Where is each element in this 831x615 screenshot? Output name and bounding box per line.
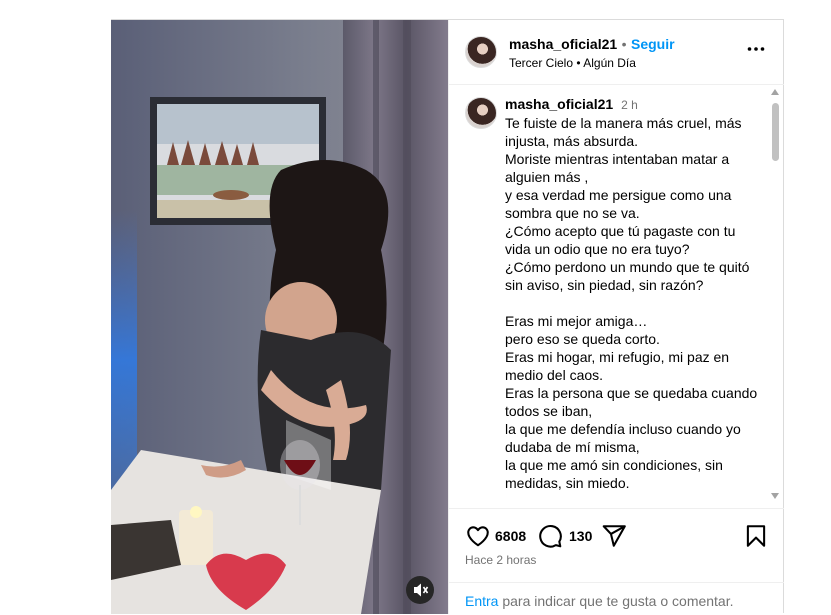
mute-toggle[interactable] xyxy=(406,576,434,604)
comment-button[interactable] xyxy=(537,523,563,549)
scroll-up-icon[interactable] xyxy=(771,89,779,95)
caption-username[interactable]: masha_oficial21 xyxy=(505,96,613,112)
share-icon xyxy=(602,525,626,547)
caption-avatar[interactable] xyxy=(465,97,497,129)
avatar[interactable] xyxy=(465,36,497,68)
login-prompt: Entra para indicar que te gusta o coment… xyxy=(449,582,784,615)
comments-count[interactable]: 130 xyxy=(569,528,592,544)
save-button[interactable] xyxy=(743,523,769,549)
scroll-thumb[interactable] xyxy=(772,103,779,161)
post-header: masha_oficial21 • Seguir Tercer Cielo • … xyxy=(449,20,784,85)
likes-count[interactable]: 6808 xyxy=(495,528,526,544)
like-button[interactable] xyxy=(465,523,491,549)
more-options-button[interactable] xyxy=(746,39,766,59)
video-frame xyxy=(111,20,448,614)
caption-text: Te fuiste de la manera más cruel, más in… xyxy=(505,115,758,491)
comment-icon xyxy=(539,525,562,548)
post-side-panel: masha_oficial21 • Seguir Tercer Cielo • … xyxy=(448,20,784,615)
post-dialog: masha_oficial21 • Seguir Tercer Cielo • … xyxy=(111,19,784,615)
caption: masha_oficial21 2 h Te fuiste de la mane… xyxy=(505,95,760,492)
bookmark-icon xyxy=(746,525,766,547)
heart-icon xyxy=(467,526,489,547)
posted-time: Hace 2 horas xyxy=(465,553,537,567)
comments-area[interactable]: masha_oficial21 2 h Te fuiste de la mane… xyxy=(449,85,784,508)
header-user-line: masha_oficial21 • Seguir xyxy=(509,36,675,54)
comments-scrollbar[interactable] xyxy=(771,89,780,499)
login-prompt-rest: para indicar que te gusta o comentar. xyxy=(498,593,734,609)
login-prompt-text: Entra para indicar que te gusta o coment… xyxy=(465,593,734,609)
caption-time: 2 h xyxy=(621,98,638,112)
audio-label[interactable]: Tercer Cielo • Algún Día xyxy=(509,56,636,70)
more-options-icon xyxy=(747,47,765,51)
separator-dot: • xyxy=(621,36,627,52)
username-link[interactable]: masha_oficial21 xyxy=(509,36,617,52)
muted-speaker-icon xyxy=(414,583,429,597)
post-video[interactable] xyxy=(111,20,448,614)
follow-button[interactable]: Seguir xyxy=(631,36,675,52)
login-link[interactable]: Entra xyxy=(465,593,498,609)
share-button[interactable] xyxy=(601,523,627,549)
scroll-down-icon[interactable] xyxy=(771,493,779,499)
caption-header: masha_oficial21 2 h xyxy=(505,95,760,114)
